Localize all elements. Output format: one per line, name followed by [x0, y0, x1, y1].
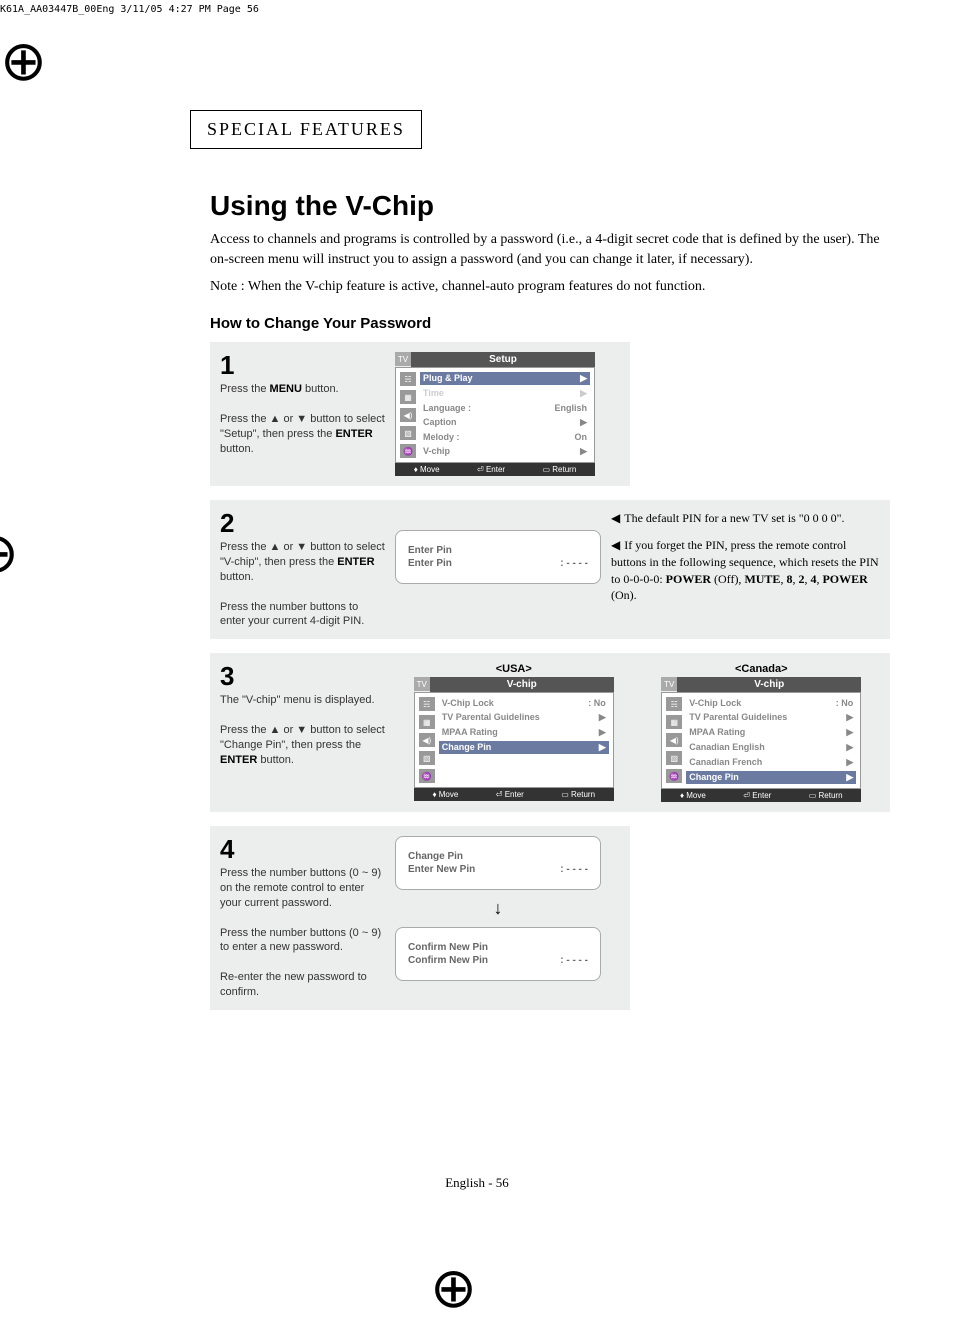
antenna-icon: ☵ [419, 697, 435, 711]
step-3: 3 The "V-chip" menu is displayed. Press … [210, 653, 890, 812]
enter-pin-title: Enter Pin [408, 545, 588, 556]
tv-icon: TV [414, 677, 430, 691]
osd-item: MPAA Rating▶ [439, 726, 609, 739]
change-pin-title: Change Pin [408, 851, 588, 862]
change-pin-value: : - - - - [560, 864, 588, 875]
step-1: 1 Press the MENU button. Press the ▲ or … [210, 342, 630, 486]
osd-setup-panel: TV Setup ☵ ▦ ◀) ▧ ♒ Plug & Play▶ Time▶ L… [395, 352, 595, 476]
osd-item-time: Time▶ [420, 387, 590, 400]
step-number: 2 [220, 510, 385, 536]
section-header: SPECIAL FEATURES [190, 110, 422, 149]
step-2: 2 Press the ▲ or ▼ button to select "V-c… [210, 500, 890, 639]
confirm-pin-title: Confirm New Pin [408, 942, 588, 953]
osd-item: V-Chip Lock: No [439, 697, 609, 709]
register-mark-top: ⊕ [0, 28, 47, 94]
usa-label: <USA> [395, 663, 633, 675]
step-1-text-a: Press the MENU button. [220, 382, 385, 397]
picture-icon: ▧ [666, 751, 682, 765]
canada-label: <Canada> [643, 663, 881, 675]
step-2-text-b: Press the number buttons to enter your c… [220, 600, 385, 630]
step-number: 1 [220, 352, 385, 378]
screen-icon: ▦ [400, 390, 416, 404]
enter-pin-label: Enter Pin [408, 558, 452, 569]
speaker-icon: ◀) [419, 733, 435, 747]
sub-heading: How to Change Your Password [210, 315, 890, 332]
change-pin-label: Enter New Pin [408, 864, 475, 875]
register-mark-bottom: ⊕ [430, 1255, 477, 1321]
osd-title: Setup [411, 352, 595, 367]
osd-item-melody: Melody :On [420, 431, 590, 443]
speaker-icon: ◀) [400, 408, 416, 422]
picture-icon: ▧ [419, 751, 435, 765]
screen-icon: ▦ [666, 715, 682, 729]
page-number: English - 56 [0, 1175, 954, 1191]
equalizer-icon: ♒ [400, 444, 416, 458]
enter-pin-value: : - - - - [560, 558, 588, 569]
antenna-icon: ☵ [666, 697, 682, 711]
picture-icon: ▧ [400, 426, 416, 440]
step-4-text-a: Press the number buttons (0 ~ 9) on the … [220, 866, 385, 911]
osd-title: V-chip [430, 677, 614, 692]
osd-title: V-chip [677, 677, 861, 692]
step-number: 4 [220, 836, 385, 862]
osd-vchip-usa: TV V-chip ☵ ▦ ◀) ▧ ♒ V-Chip Lock: No TV … [414, 677, 614, 801]
triangle-icon: ◀ [611, 537, 620, 554]
screen-icon: ▦ [419, 715, 435, 729]
step-4: 4 Press the number buttons (0 ~ 9) on th… [210, 826, 630, 1010]
note-paragraph: Note : When the V-chip feature is active… [210, 279, 890, 295]
osd-item-change-pin: Change Pin▶ [439, 741, 609, 754]
osd-footer: ♦ Move ⏎ Enter ▭ Return [414, 788, 614, 801]
page-title: Using the V-Chip [210, 190, 890, 222]
arrow-down-icon: ↓ [494, 898, 503, 919]
register-mark-side: ⊕ [0, 520, 19, 586]
tv-icon: TV [395, 352, 411, 366]
triangle-icon: ◀ [611, 510, 620, 527]
osd-item-vchip: V-chip▶ [420, 445, 590, 458]
file-meta: K61A_AA03447B_00Eng 3/11/05 4:27 PM Page… [0, 4, 259, 15]
antenna-icon: ☵ [400, 372, 416, 386]
osd-item: TV Parental Guidelines▶ [439, 711, 609, 724]
step-4-text-b: Press the number buttons (0 ~ 9) to ente… [220, 926, 385, 956]
osd-item-language: Language :English [420, 402, 590, 414]
equalizer-icon: ♒ [419, 769, 435, 783]
enter-pin-box: Enter Pin Enter Pin : - - - - [395, 530, 601, 584]
step-1-text-b: Press the ▲ or ▼ button to select "Setup… [220, 412, 385, 457]
tv-icon: TV [661, 677, 677, 691]
osd-item: TV Parental Guidelines▶ [686, 711, 856, 724]
intro-paragraph: Access to channels and programs is contr… [210, 230, 890, 269]
osd-item-plug-play: Plug & Play▶ [420, 372, 590, 385]
equalizer-icon: ♒ [666, 769, 682, 783]
confirm-pin-value: : - - - - [560, 955, 588, 966]
confirm-pin-box: Confirm New Pin Confirm New Pin : - - - … [395, 927, 601, 981]
osd-item: MPAA Rating▶ [686, 726, 856, 739]
osd-item-change-pin: Change Pin▶ [686, 771, 856, 784]
osd-item: Canadian French▶ [686, 756, 856, 769]
side-notes: ◀The default PIN for a new TV set is "0 … [611, 510, 880, 629]
change-pin-box: Change Pin Enter New Pin : - - - - [395, 836, 601, 890]
step-3-text-a: The "V-chip" menu is displayed. [220, 693, 385, 708]
osd-footer: ♦ Move ⏎ Enter ▭ Return [395, 463, 595, 476]
step-2-text-a: Press the ▲ or ▼ button to select "V-chi… [220, 540, 385, 585]
osd-vchip-canada: TV V-chip ☵ ▦ ◀) ▧ ♒ V-Chip Lock: No TV … [661, 677, 861, 802]
step-4-text-c: Re-enter the new password to confirm. [220, 970, 385, 1000]
osd-footer: ♦ Move ⏎ Enter ▭ Return [661, 789, 861, 802]
osd-item: V-Chip Lock: No [686, 697, 856, 709]
speaker-icon: ◀) [666, 733, 682, 747]
osd-item: Canadian English▶ [686, 741, 856, 754]
step-number: 3 [220, 663, 385, 689]
step-3-text-b: Press the ▲ or ▼ button to select "Chang… [220, 723, 385, 768]
osd-item-caption: Caption▶ [420, 416, 590, 429]
confirm-pin-label: Confirm New Pin [408, 955, 488, 966]
